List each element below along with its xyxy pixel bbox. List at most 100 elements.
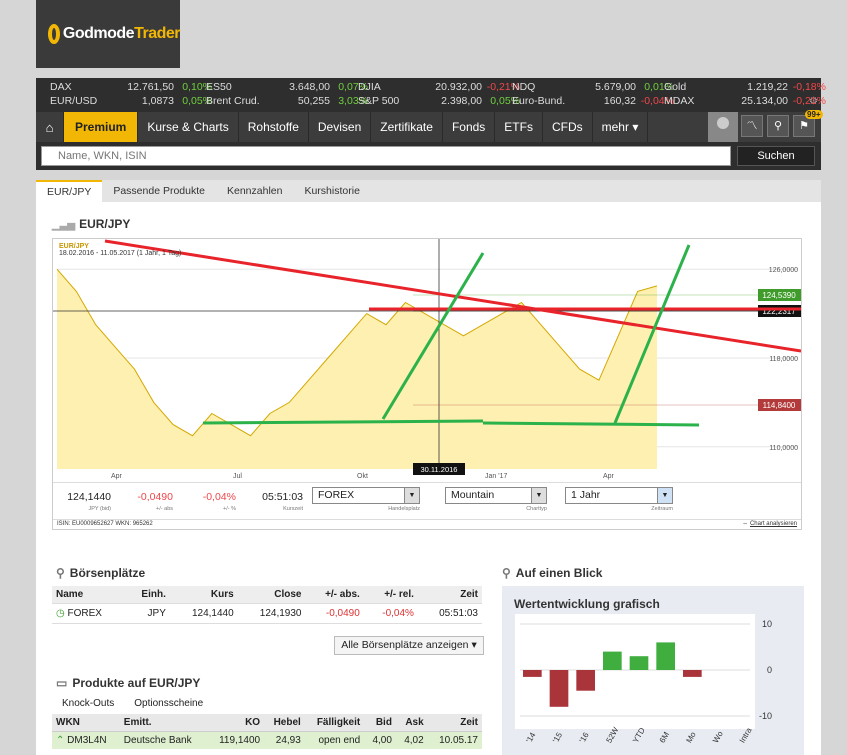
- chevron-up-icon: ⌃: [56, 735, 65, 746]
- produkte-title-text: Produkte auf EUR/JPY: [72, 676, 201, 690]
- column-header: Kurs: [169, 586, 238, 604]
- performance-bar: [656, 642, 675, 670]
- ticker-item[interactable]: Euro-Bund... 160,32 -0,04%: [512, 94, 674, 108]
- exchange-label: Handelsplatz: [388, 506, 420, 512]
- x-tick-label: Apr: [111, 473, 123, 480]
- search-icon[interactable]: ⚲: [767, 115, 789, 137]
- performance-subtitle: Wertentwicklung grafisch: [514, 597, 660, 611]
- ticker-item[interactable]: Brent Crud... 50,255 3,03%: [206, 94, 368, 108]
- isin-text: ISIN: EU0009652627 WKN: 965262: [57, 521, 153, 527]
- support-line-green: [202, 419, 484, 425]
- ticker-name: Euro-Bund...: [512, 95, 566, 107]
- y-tick-label: 118,0000: [769, 356, 798, 363]
- notification-badge: 99+: [805, 110, 823, 119]
- ticker-name: DAX: [50, 81, 72, 93]
- tab-optionsscheine[interactable]: Optionsscheine: [124, 698, 213, 709]
- ticker-change: -0,21%: [792, 95, 826, 107]
- price-chart-svg[interactable]: 126,0000 118,0000 110,0000 Apr Jul Okt Jan '17…: [53, 239, 801, 482]
- y-tick-label: -10: [759, 711, 772, 721]
- ticker-item[interactable]: Gold 1.219,22 -0,18%: [664, 80, 826, 94]
- performance-bar: [523, 670, 542, 677]
- ticker-value: 25.134,00: [741, 95, 788, 107]
- ticker-column: ES50 3.648,00 0,07% Brent Crud... 50,255 3,03…: [206, 80, 368, 110]
- blick-title-text: Auf einen Blick: [515, 566, 603, 580]
- boersen-title: ⚲ Börsenplätze: [56, 566, 145, 580]
- period-select[interactable]: 1 Jahr ▼: [565, 487, 673, 504]
- table-cell: -0,0490: [305, 603, 364, 624]
- chart-type-select[interactable]: Mountain ▼: [445, 487, 547, 504]
- table-cell: 10.05.17: [427, 731, 482, 749]
- column-header: Einh.: [125, 586, 170, 604]
- column-header: +/- rel.: [363, 586, 418, 604]
- nav-item-fonds[interactable]: Fonds: [443, 112, 496, 142]
- ticker-name: EUR/USD: [50, 95, 98, 107]
- nav-item-premium[interactable]: Premium: [64, 112, 139, 142]
- ticker-value: 12.761,50: [127, 81, 174, 93]
- ticker-name: Brent Crud...: [206, 95, 260, 107]
- table-cell: 124,1440: [169, 603, 238, 624]
- x-tick-label: Mo: [684, 730, 698, 745]
- main-content: ▁▃▅ EUR/JPY 126,0000 118,0000 110,0000 Apr Ju…: [36, 202, 821, 755]
- table-cell: open end: [304, 731, 365, 749]
- ticker-name: Gold: [664, 81, 687, 93]
- ticker-item[interactable]: MDAX 25.134,00 -0,21%: [664, 94, 826, 108]
- y-tick-label: 126,0000: [769, 267, 798, 274]
- price-time-label: Kurszeit: [283, 506, 303, 512]
- ticker-item[interactable]: NDQ 5.679,00 0,01%: [512, 80, 674, 94]
- ticker-column: DAX 12.761,50 0,10% EUR/USD 1,0873 0,05%: [50, 80, 212, 110]
- search-bar: ⚲ Suchen: [36, 142, 821, 170]
- ticker-value: 50,255: [297, 95, 330, 107]
- nav-item-mehr[interactable]: mehr ▾: [593, 112, 649, 142]
- nav-item-zertifikate[interactable]: Zertifikate: [371, 112, 443, 142]
- search-input[interactable]: [41, 146, 731, 166]
- home-icon[interactable]: ⌂: [36, 112, 64, 142]
- table-row[interactable]: ◷ FOREX JPY 124,1440 124,1930 -0,0490 -0,04% 0…: [52, 603, 482, 624]
- chart-analyze-link[interactable]: ⇔ Chart analysieren: [742, 521, 797, 527]
- exchange-select[interactable]: FOREX ▼: [312, 487, 420, 504]
- tab-knock-outs[interactable]: Knock-Outs: [52, 698, 124, 709]
- column-header: Close: [237, 586, 306, 604]
- column-header: Bid: [364, 714, 396, 732]
- ticker-item[interactable]: DJIA 20.932,00 -0,21%: [358, 80, 520, 94]
- x-tick-label: '16: [578, 730, 591, 744]
- ticker-item[interactable]: EUR/USD 1,0873 0,05%: [50, 94, 212, 108]
- performance-bar: [603, 651, 622, 670]
- nav-item-kurse-charts[interactable]: Kurse & Charts: [138, 112, 239, 142]
- table-cell: 05:51:03: [417, 603, 482, 624]
- x-tick-label: '14: [524, 730, 537, 744]
- tab-kennzahlen[interactable]: Kennzahlen: [216, 180, 293, 202]
- tab-kurshistorie[interactable]: Kurshistorie: [293, 180, 370, 202]
- nav-item-rohstoffe[interactable]: Rohstoffe: [239, 112, 309, 142]
- ticker-item[interactable]: DAX 12.761,50 0,10%: [50, 80, 212, 94]
- performance-bar: [576, 670, 595, 691]
- change-rel-label: +/- %: [223, 506, 236, 512]
- page-title-text: EUR/JPY: [79, 217, 131, 231]
- avatar[interactable]: [708, 112, 738, 142]
- tab-passende-produkte[interactable]: Passende Produkte: [102, 180, 216, 202]
- table-row[interactable]: ⌃ DM3L4N Deutsche Bank 119,1400 24,93 open e…: [52, 731, 482, 749]
- card-icon: ▭: [56, 676, 68, 690]
- table-cell: 124,1930: [237, 603, 306, 624]
- performance-bar: [549, 670, 569, 707]
- y-tick-label: 0: [767, 665, 772, 675]
- table-cell: Deutsche Bank: [119, 731, 208, 749]
- main-nav: ⌂ Premium Kurse & Charts Rohstoffe Devisen Z…: [36, 110, 823, 142]
- nav-item-devisen[interactable]: Devisen: [309, 112, 372, 142]
- search-button[interactable]: Suchen: [737, 146, 815, 166]
- change-abs-value: -0,0490: [137, 491, 173, 503]
- logo[interactable]: Godmode Trader: [36, 0, 180, 68]
- y-tick-label: 10: [762, 619, 772, 629]
- table-cell: ◷ FOREX: [52, 603, 126, 624]
- table-cell: 119,1400: [207, 731, 265, 749]
- ticker-column: Gold 1.219,22 -0,18% MDAX 25.134,00 -0,21%: [664, 80, 826, 110]
- ticker-item[interactable]: ES50 3.648,00 0,07%: [206, 80, 368, 94]
- link-icon: ⇔: [742, 521, 750, 527]
- nav-item-cfds[interactable]: CFDs: [543, 112, 593, 142]
- ticker-item[interactable]: S&P 500 2.398,00 0,05%: [358, 94, 520, 108]
- tab-eurjpy[interactable]: EUR/JPY: [36, 180, 103, 202]
- chart-icon[interactable]: 〽: [741, 115, 763, 137]
- logo-text-accent: Trader: [134, 25, 180, 42]
- all-exchanges-button[interactable]: Alle Börsenplätze anzeigen ▾: [334, 636, 484, 655]
- price-chart[interactable]: 126,0000 118,0000 110,0000 Apr Jul Okt Jan '17…: [52, 238, 802, 530]
- nav-item-etfs[interactable]: ETFs: [495, 112, 543, 142]
